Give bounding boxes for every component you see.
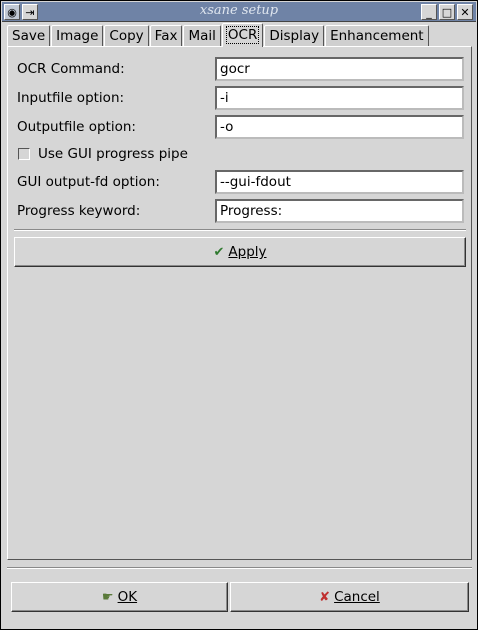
ocr-settings-page: OCR Command: gocr Inputfile option: -i O… <box>7 46 472 560</box>
tab-label: Image <box>56 28 99 44</box>
ocr-command-row: OCR Command: gocr <box>16 57 466 81</box>
inputfile-option-row: Inputfile option: -i <box>16 86 466 110</box>
ok-button[interactable]: ☛ OK <box>11 582 228 612</box>
xsane-setup-window: ◉ ⇥ xsane setup _ □ ✕ Save Image Copy Fa… <box>0 0 478 630</box>
apply-button[interactable]: ✔ Apply <box>14 237 466 267</box>
progress-keyword-label: Progress keyword: <box>17 203 141 219</box>
tab-label: Fax <box>154 28 178 44</box>
tab-label: Mail <box>188 28 216 44</box>
gui-output-fd-label: GUI output-fd option: <box>17 174 160 190</box>
gui-progress-pipe-toggle[interactable]: Use GUI progress pipe <box>18 145 188 163</box>
progress-keyword-field[interactable]: Progress: <box>215 199 464 223</box>
divider <box>14 229 466 231</box>
tab-label: Save <box>12 28 46 44</box>
cancel-button-label: Cancel <box>334 589 380 605</box>
outputfile-option-field[interactable]: -o <box>215 115 464 139</box>
tab-label: Display <box>269 28 320 44</box>
tab-label: OCR <box>225 26 260 44</box>
minimize-icon[interactable]: _ <box>421 4 437 20</box>
window-title: xsane setup <box>199 3 279 18</box>
cancel-x-icon: ✘ <box>319 589 331 605</box>
gui-output-fd-field[interactable]: --gui-fdout <box>215 170 464 194</box>
tab-enhancement[interactable]: Enhancement <box>325 25 429 47</box>
ocr-command-label: OCR Command: <box>17 61 125 77</box>
tab-copy[interactable]: Copy <box>104 25 149 47</box>
ocr-command-field[interactable]: gocr <box>215 57 464 81</box>
progress-keyword-row: Progress keyword: Progress: <box>16 199 466 223</box>
gui-output-fd-row: GUI output-fd option: --gui-fdout <box>16 170 466 194</box>
checkmark-icon: ✔ <box>213 244 225 260</box>
inputfile-option-field[interactable]: -i <box>215 86 464 110</box>
tab-label: Copy <box>109 28 144 44</box>
maximize-icon[interactable]: □ <box>439 4 455 20</box>
inputfile-option-label: Inputfile option: <box>17 90 125 106</box>
footer-divider <box>7 567 472 569</box>
outputfile-option-row: Outputfile option: -o <box>16 115 466 139</box>
title-bar[interactable]: ◉ ⇥ xsane setup _ □ ✕ <box>2 2 476 22</box>
tab-ocr[interactable]: OCR <box>221 23 264 47</box>
tab-fax[interactable]: Fax <box>149 25 183 47</box>
outputfile-option-label: Outputfile option: <box>17 119 136 135</box>
tab-image[interactable]: Image <box>51 25 104 47</box>
gui-progress-pipe-checkbox[interactable] <box>18 148 30 160</box>
gui-progress-pipe-label: Use GUI progress pipe <box>38 146 188 162</box>
tab-mail[interactable]: Mail <box>183 25 221 47</box>
cancel-button[interactable]: ✘ Cancel <box>230 582 469 612</box>
tab-label: Enhancement <box>330 28 424 44</box>
tab-display[interactable]: Display <box>264 25 325 47</box>
close-icon[interactable]: ✕ <box>457 4 473 20</box>
ok-button-label: OK <box>117 589 138 605</box>
apply-button-label: Apply <box>228 244 267 260</box>
tab-bar: Save Image Copy Fax Mail OCR Display Enh… <box>7 23 430 47</box>
tab-save[interactable]: Save <box>7 25 51 47</box>
ok-hand-icon: ☛ <box>101 589 114 605</box>
